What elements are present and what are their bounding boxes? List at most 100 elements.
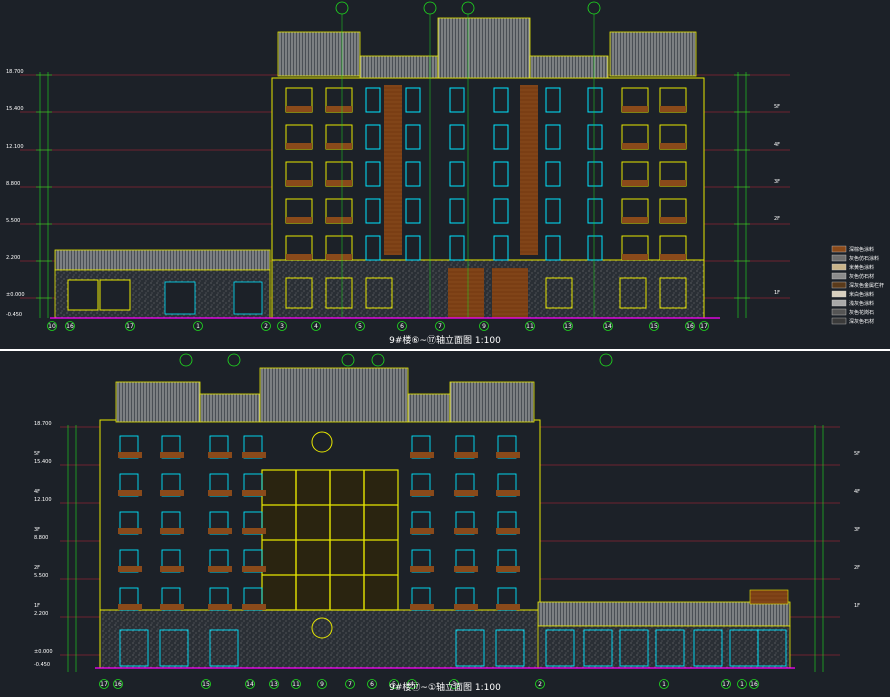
- grid-axis-label: 1: [196, 323, 200, 330]
- top-axis-bubble: [227, 353, 241, 367]
- balcony-railing: [496, 604, 520, 610]
- balcony-railing: [326, 217, 352, 223]
- grid-axis-label: 15: [202, 681, 210, 688]
- balcony-railing: [454, 490, 478, 496]
- balcony-railing: [496, 490, 520, 496]
- grid-axis-label: 2: [264, 323, 268, 330]
- balcony-railing: [208, 566, 232, 572]
- top-axis-bubble: [587, 1, 601, 15]
- balcony-railing: [286, 217, 312, 223]
- grid-axis-label: 16: [686, 323, 694, 330]
- grid-axis-label: 7: [348, 681, 352, 688]
- floor-label: 3F: [854, 527, 860, 533]
- grid-axis-label: 13: [564, 323, 572, 330]
- lower-right-dimension: [814, 425, 824, 672]
- grid-axis-label: 11: [292, 681, 300, 688]
- floor-label: 1F: [854, 603, 860, 609]
- balcony-railing: [286, 143, 312, 149]
- level-elevation-label: 12.100: [6, 144, 24, 150]
- balcony-railing: [660, 254, 686, 260]
- grid-axis-label: 9: [320, 681, 324, 688]
- floor-label: 2F: [774, 216, 780, 222]
- floor-label: 1F: [34, 603, 40, 609]
- floor-label: 1F: [774, 290, 780, 296]
- top-axis-bubble: [423, 1, 437, 15]
- balcony-railing: [496, 566, 520, 572]
- legend-label: 深灰色金属栏杆: [849, 282, 884, 289]
- legend-label: 米白色涂料: [849, 291, 874, 298]
- top-axis-bubble: [371, 353, 385, 367]
- balcony-railing: [242, 528, 266, 534]
- level-elevation-label: -0.450: [6, 312, 22, 318]
- top-axis-bubble: [599, 353, 613, 367]
- grid-axis-label: 9: [482, 323, 486, 330]
- grid-axis-label: 13: [270, 681, 278, 688]
- level-elevation-label: 5.500: [6, 218, 20, 224]
- legend-swatch: [831, 245, 847, 253]
- level-elevation-label: 2.200: [6, 255, 20, 261]
- legend-swatch: [831, 299, 847, 307]
- grid-axis-label: 17: [126, 323, 134, 330]
- floor-label: 5F: [854, 451, 860, 457]
- balcony-railing: [208, 452, 232, 458]
- level-elevation-label: 18.700: [34, 421, 52, 427]
- balcony-railing: [160, 490, 184, 496]
- material-legend: 深棕色涂料灰色仿石涂料米黄色涂料灰色仿石材深灰色金属栏杆米白色涂料浅灰色涂料灰色…: [831, 245, 884, 325]
- upper-left-dimension: [36, 72, 52, 318]
- top-axis-bubble: [335, 1, 349, 15]
- balcony-railing: [242, 604, 266, 610]
- legend-swatch: [831, 254, 847, 262]
- balcony-railing: [160, 604, 184, 610]
- grid-axis-label: 17: [100, 681, 108, 688]
- balcony-railing: [208, 490, 232, 496]
- balcony-railing: [326, 143, 352, 149]
- level-elevation-label: 8.800: [34, 535, 48, 541]
- grid-axis-label: 10: [48, 323, 56, 330]
- floor-label: 5F: [34, 451, 40, 457]
- top-axis-bubble: [179, 353, 193, 367]
- balcony-railing: [410, 604, 434, 610]
- floor-label: 3F: [34, 527, 40, 533]
- top-axis-bubble: [461, 1, 475, 15]
- lower-elevation: 17 16 15 14 13 11 9 7 6 5 4 3 2 1 17 1 16 9#楼⑰~①轴立面图 1:1…: [60, 353, 840, 693]
- legend-label: 深灰色石材: [849, 318, 874, 325]
- lower-annex-right: [537, 589, 791, 669]
- legend-swatch: [831, 272, 847, 280]
- level-elevation-label: 15.400: [6, 106, 24, 112]
- upper-elevation: 10 16 17 1 2 3 4 5 6 7 9 11 13 14 15 16 17 9#楼⑥~⑰轴立面图 1:…: [20, 1, 790, 346]
- grid-axis-label: 16: [114, 681, 122, 688]
- floor-label: 2F: [34, 565, 40, 571]
- top-axis-bubble: [341, 353, 355, 367]
- balcony-railing: [496, 452, 520, 458]
- level-elevation-label: -0.450: [34, 662, 50, 668]
- balcony-railing: [660, 143, 686, 149]
- balcony-railing: [242, 566, 266, 572]
- grid-axis-label: 15: [650, 323, 658, 330]
- balcony-railing: [326, 106, 352, 112]
- grid-axis-label: 6: [370, 681, 374, 688]
- level-elevation-label: 8.800: [6, 181, 20, 187]
- balcony-railing: [410, 566, 434, 572]
- balcony-railing: [242, 490, 266, 496]
- upper-main-tower: [271, 17, 705, 319]
- balcony-railing: [208, 528, 232, 534]
- legend-swatch: [831, 317, 847, 325]
- balcony-railing: [242, 452, 266, 458]
- legend-swatch: [831, 281, 847, 289]
- balcony-railing: [660, 106, 686, 112]
- floor-label: 4F: [774, 142, 780, 148]
- upper-view-title: 9#楼⑥~⑰轴立面图 1:100: [389, 334, 501, 346]
- balcony-railing: [286, 106, 312, 112]
- level-elevation-label: 2.200: [34, 611, 48, 617]
- balcony-railing: [660, 217, 686, 223]
- grid-axis-label: 7: [438, 323, 442, 330]
- grid-axis-label: 17: [722, 681, 730, 688]
- legend-label: 灰色仿石涂料: [849, 255, 879, 262]
- grid-axis-label: 16: [66, 323, 74, 330]
- balcony-railing: [496, 528, 520, 534]
- balcony-railing: [286, 180, 312, 186]
- floor-label: 3F: [774, 179, 780, 185]
- balcony-railing: [286, 254, 312, 260]
- balcony-railing: [410, 490, 434, 496]
- balcony-railing: [454, 604, 478, 610]
